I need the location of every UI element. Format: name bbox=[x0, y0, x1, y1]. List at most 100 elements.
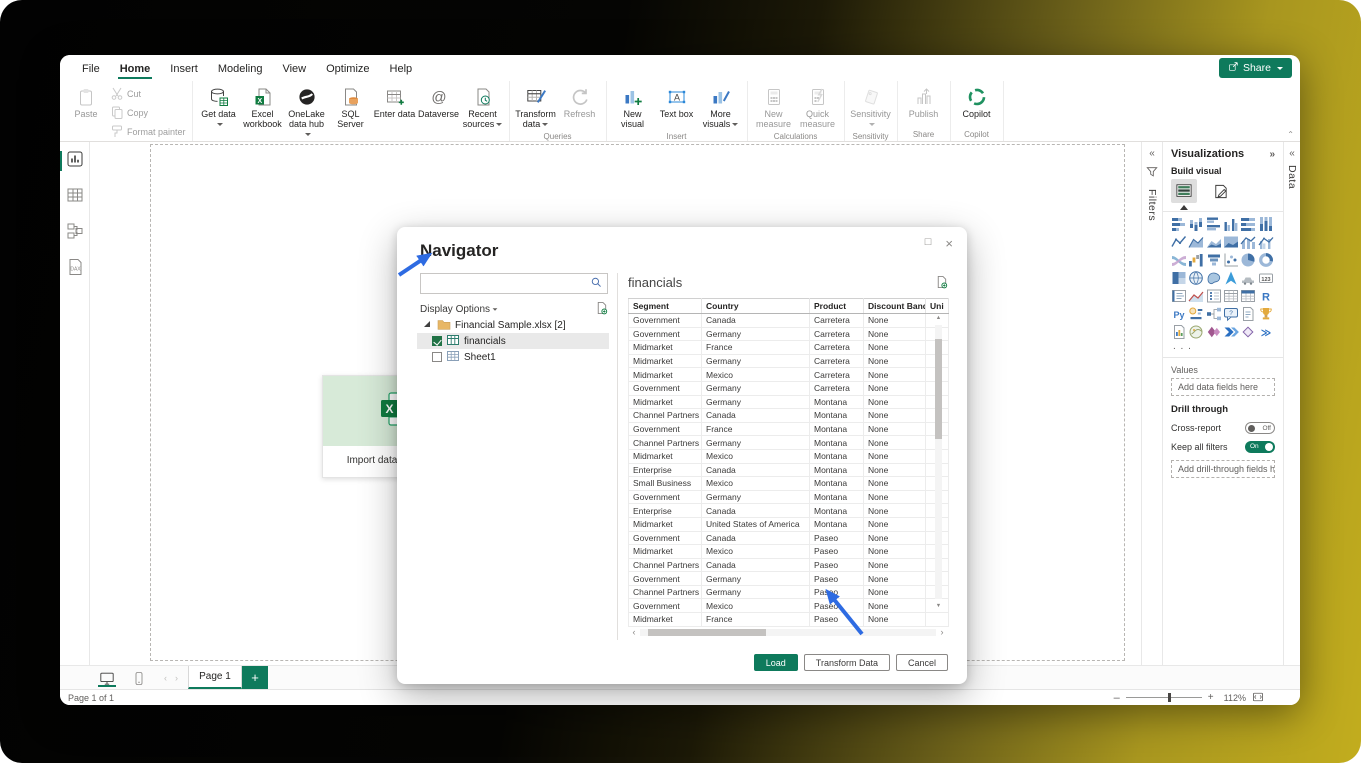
scroll-left-icon[interactable]: ‹ bbox=[628, 628, 640, 637]
table-icon[interactable] bbox=[1223, 288, 1239, 304]
share-button[interactable]: Share bbox=[1219, 58, 1292, 78]
zoom-slider[interactable] bbox=[1126, 697, 1202, 698]
mobile-layout-icon[interactable] bbox=[126, 667, 152, 689]
refresh-button[interactable]: Refresh bbox=[558, 83, 602, 121]
values-field-well[interactable]: Add data fields here bbox=[1171, 378, 1275, 396]
multi-row-card-icon[interactable] bbox=[1171, 288, 1187, 304]
waterfall-chart-icon[interactable] bbox=[1188, 252, 1204, 268]
menu-file[interactable]: File bbox=[72, 58, 110, 79]
format-painter-button[interactable]: Format painter bbox=[108, 123, 188, 141]
copy-button[interactable]: Copy bbox=[108, 104, 188, 122]
publish-button[interactable]: Publish bbox=[902, 83, 946, 121]
power-apps-icon[interactable] bbox=[1206, 324, 1222, 340]
enter-data-button[interactable]: Enter data bbox=[373, 83, 417, 121]
cross-report-toggle[interactable]: Off bbox=[1245, 422, 1275, 434]
transform-data-button[interactable]: Transform Data bbox=[804, 654, 890, 671]
transform-data-button[interactable]: Transform data bbox=[514, 83, 558, 131]
hundred-stacked-column-chart-icon[interactable] bbox=[1258, 216, 1274, 232]
donut-chart-icon[interactable] bbox=[1258, 252, 1274, 268]
shape-map-icon[interactable] bbox=[1240, 270, 1256, 286]
page-tab[interactable]: Page 1 bbox=[188, 666, 242, 689]
paginated-report-icon[interactable] bbox=[1171, 324, 1187, 340]
get-data-button[interactable]: Get data bbox=[197, 83, 241, 131]
line-and-clustered-column-chart-icon[interactable] bbox=[1258, 234, 1274, 250]
preview-document-icon[interactable] bbox=[935, 275, 948, 294]
stacked-area-chart-icon[interactable] bbox=[1206, 234, 1222, 250]
paste-button[interactable]: Paste bbox=[64, 83, 108, 121]
vertical-scrollbar[interactable]: ▲ ▼ bbox=[933, 313, 944, 611]
expand-filters-icon[interactable]: « bbox=[1149, 148, 1155, 159]
drill-through-field-well[interactable]: Add drill-through fields here bbox=[1171, 460, 1275, 478]
zoom-out-icon[interactable]: – bbox=[1114, 692, 1120, 704]
zoom-slider-thumb[interactable] bbox=[1168, 693, 1171, 702]
smart-narrative-icon[interactable] bbox=[1240, 306, 1256, 322]
arcgis-map-icon[interactable] bbox=[1188, 324, 1204, 340]
area-chart-icon[interactable] bbox=[1188, 234, 1204, 250]
filters-pane-label[interactable]: Filters bbox=[1146, 189, 1158, 221]
cut-button[interactable]: Cut bbox=[108, 85, 188, 103]
sensitivity-button[interactable]: Sensitivity bbox=[849, 83, 893, 131]
key-influencers-icon[interactable] bbox=[1188, 306, 1204, 322]
ribbon-chart-icon[interactable] bbox=[1171, 252, 1187, 268]
menu-view[interactable]: View bbox=[272, 58, 316, 79]
tree-root-workbook[interactable]: Financial Sample.xlsx [2] bbox=[417, 317, 609, 333]
onelake-data-hub-button[interactable]: OneLake data hub bbox=[285, 83, 329, 141]
financials-checkbox[interactable] bbox=[432, 336, 442, 346]
refresh-document-icon[interactable] bbox=[595, 301, 608, 318]
scatter-chart-icon[interactable] bbox=[1223, 252, 1239, 268]
more-visual-options[interactable]: . . . bbox=[1171, 340, 1275, 355]
stacked-bar-chart-icon[interactable] bbox=[1171, 216, 1187, 232]
sql-server-button[interactable]: SQL Server bbox=[329, 83, 373, 131]
text-box-button[interactable]: AText box bbox=[655, 83, 699, 121]
clustered-bar-chart-icon[interactable] bbox=[1206, 216, 1222, 232]
card-icon[interactable]: 123 bbox=[1258, 270, 1274, 286]
custom-visual-icon[interactable] bbox=[1240, 324, 1256, 340]
hundred-stacked-bar-chart-icon[interactable] bbox=[1240, 216, 1256, 232]
clustered-column-chart-icon[interactable] bbox=[1223, 216, 1239, 232]
vertical-scroll-thumb[interactable] bbox=[935, 339, 942, 439]
sidebar-model-view[interactable] bbox=[64, 222, 86, 244]
tree-expand-caret-icon[interactable] bbox=[421, 318, 433, 333]
decomposition-tree-icon[interactable] bbox=[1206, 306, 1222, 322]
copilot-button[interactable]: Copilot bbox=[955, 83, 999, 121]
sidebar-report-view[interactable] bbox=[64, 150, 86, 172]
filled-map-icon[interactable] bbox=[1206, 270, 1222, 286]
new-page-button[interactable]: + bbox=[242, 666, 268, 689]
search-icon[interactable] bbox=[586, 275, 607, 293]
dialog-close-button[interactable]: × bbox=[945, 236, 953, 251]
dataverse-button[interactable]: @Dataverse bbox=[417, 83, 461, 121]
power-automate-icon[interactable] bbox=[1223, 324, 1239, 340]
funnel-chart-icon[interactable] bbox=[1206, 252, 1222, 268]
qa-visual-icon[interactable]: ? bbox=[1223, 306, 1239, 322]
zoom-in-icon[interactable]: + bbox=[1208, 692, 1214, 703]
menu-help[interactable]: Help bbox=[380, 58, 423, 79]
horizontal-scroll-thumb[interactable] bbox=[648, 629, 766, 636]
stacked-column-chart-icon[interactable] bbox=[1188, 216, 1204, 232]
format-visual-tab[interactable] bbox=[1207, 179, 1233, 203]
menu-optimize[interactable]: Optimize bbox=[316, 58, 379, 79]
tree-item-financials[interactable]: financials bbox=[417, 333, 609, 349]
sidebar-table-view[interactable] bbox=[64, 186, 86, 208]
sidebar-dax-query-view[interactable]: DAX bbox=[64, 258, 86, 280]
hundred-stacked-area-chart-icon[interactable] bbox=[1223, 234, 1239, 250]
line-chart-icon[interactable] bbox=[1171, 234, 1187, 250]
sheet1-checkbox[interactable] bbox=[432, 352, 442, 362]
tree-item-sheet1[interactable]: Sheet1 bbox=[417, 349, 609, 365]
recent-sources-button[interactable]: Recent sources bbox=[461, 83, 505, 131]
build-visual-tab[interactable] bbox=[1171, 179, 1197, 203]
scroll-up-icon[interactable]: ▲ bbox=[933, 313, 944, 323]
search-input[interactable] bbox=[421, 278, 586, 289]
scroll-down-icon[interactable]: ▼ bbox=[933, 601, 944, 611]
previous-page-icon[interactable]: ‹ bbox=[160, 666, 171, 689]
expand-data-icon[interactable]: « bbox=[1289, 148, 1295, 159]
python-visual-icon[interactable]: Py bbox=[1171, 306, 1187, 322]
map-icon[interactable] bbox=[1188, 270, 1204, 286]
slicer-icon[interactable] bbox=[1206, 288, 1222, 304]
r-script-visual-icon[interactable]: R bbox=[1258, 288, 1274, 304]
excel-workbook-button[interactable]: XExcel workbook bbox=[241, 83, 285, 131]
more-visuals-button[interactable]: More visuals bbox=[699, 83, 743, 131]
metrics-icon[interactable] bbox=[1258, 306, 1274, 322]
load-button[interactable]: Load bbox=[754, 654, 798, 671]
menu-modeling[interactable]: Modeling bbox=[208, 58, 273, 79]
menu-home[interactable]: Home bbox=[110, 58, 161, 79]
